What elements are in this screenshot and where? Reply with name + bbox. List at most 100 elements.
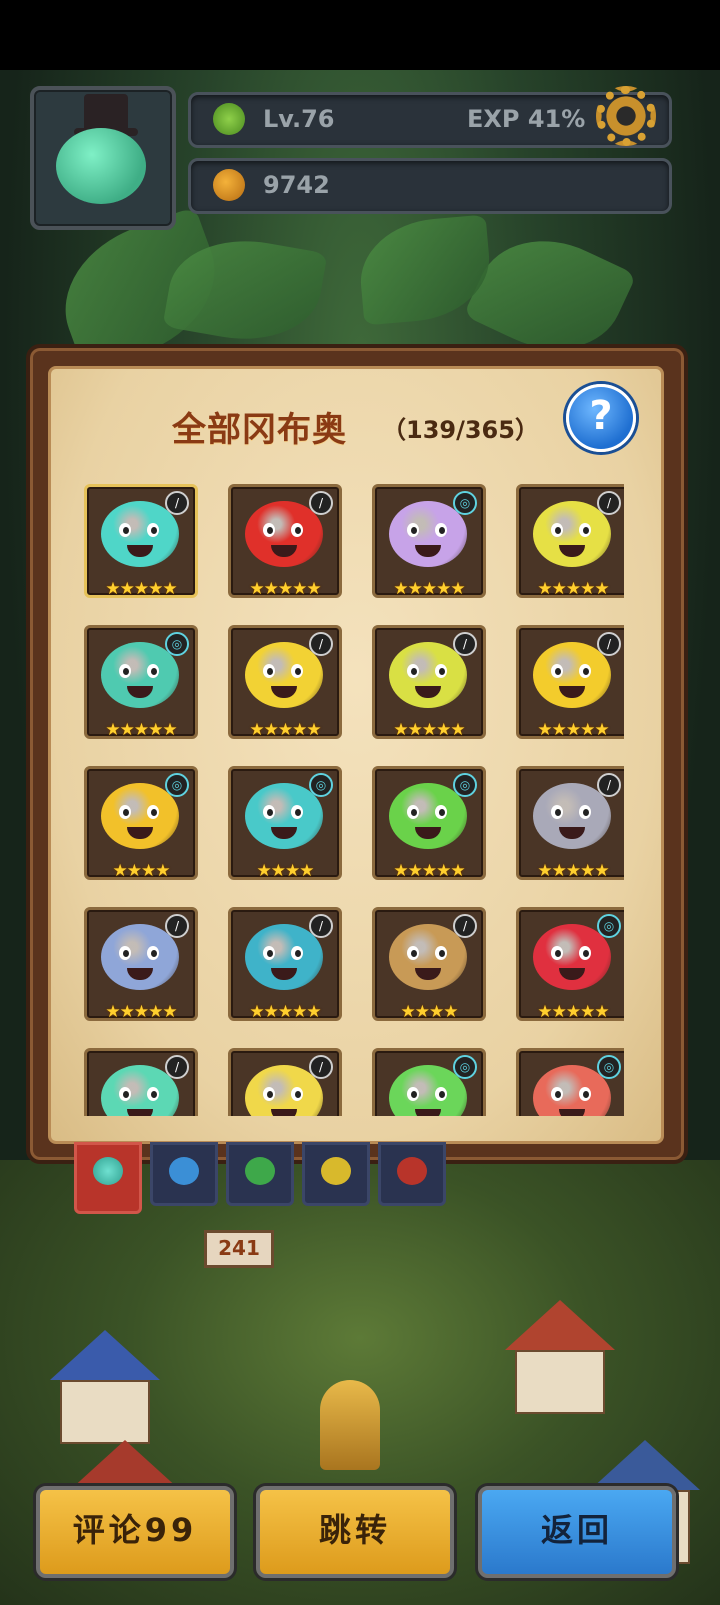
creature-eye: [119, 946, 131, 960]
star-rating: ★★★★★: [537, 579, 609, 599]
sword-class-icon: /: [597, 491, 621, 515]
currency-bar: 9742: [188, 158, 672, 214]
creature-card[interactable]: ◎ ★★★★★: [372, 484, 486, 599]
star-rating: ★★★★★: [249, 1002, 321, 1022]
creature-card[interactable]: / ★★★★★: [372, 625, 486, 740]
creature-eye: [119, 664, 131, 678]
creature-mouth: [559, 545, 585, 557]
creature-eye: [147, 664, 159, 678]
creature-card[interactable]: ◎ ★★★★★: [84, 625, 198, 740]
star-rating: ★★★★★: [105, 579, 177, 599]
star-rating: ★★★★★: [393, 720, 465, 740]
star-rating: ★★★★★: [537, 720, 609, 740]
tab-all[interactable]: [74, 1142, 142, 1214]
creature-eye: [407, 664, 419, 678]
tab-red[interactable]: [378, 1142, 446, 1206]
creature-eye: [147, 523, 159, 537]
creature-mouth: [415, 968, 441, 980]
creature-card[interactable]: / ★★★★★: [228, 907, 342, 1022]
creature-eye: [435, 523, 447, 537]
comment-button[interactable]: 评论99: [36, 1486, 234, 1578]
jump-button[interactable]: 跳转: [256, 1486, 454, 1578]
creature-eye: [291, 664, 303, 678]
tab-creature-icon: [245, 1157, 275, 1185]
avatar-creature: [56, 128, 146, 204]
sword-class-icon: /: [309, 491, 333, 515]
creature-mouth: [271, 827, 297, 839]
creature-card[interactable]: /: [228, 1048, 342, 1116]
player-avatar[interactable]: [30, 86, 176, 230]
tab-blue[interactable]: [150, 1142, 218, 1206]
creature-card[interactable]: / ★★★★★: [84, 484, 198, 599]
sword-class-icon: /: [165, 914, 189, 938]
creature-card[interactable]: ◎: [516, 1048, 624, 1116]
star-rating: ★★★★★: [537, 1002, 609, 1022]
creature-card[interactable]: ◎ ★★★★★: [372, 766, 486, 881]
star-rating: ★★★★★: [105, 1002, 177, 1022]
spiral-class-icon: ◎: [453, 1055, 477, 1079]
settings-gear-icon[interactable]: [596, 86, 656, 146]
spiral-class-icon: ◎: [165, 632, 189, 656]
statue: [320, 1380, 380, 1470]
creature-mouth: [415, 1109, 441, 1116]
spiral-class-icon: ◎: [453, 773, 477, 797]
tab-green[interactable]: [226, 1142, 294, 1206]
creature-eye: [291, 1087, 303, 1101]
creature-eye: [291, 523, 303, 537]
creature-eye: [579, 664, 591, 678]
tab-yellow[interactable]: [302, 1142, 370, 1206]
spiral-class-icon: ◎: [597, 1055, 621, 1079]
creature-eye: [435, 664, 447, 678]
creature-eye: [119, 805, 131, 819]
creature-eye: [435, 1087, 447, 1101]
sword-class-icon: /: [309, 914, 333, 938]
sword-class-icon: /: [453, 632, 477, 656]
creature-card[interactable]: / ★★★★★: [84, 907, 198, 1022]
creature-eye: [435, 946, 447, 960]
creature-eye: [579, 1087, 591, 1101]
creature-card[interactable]: / ★★★★★: [228, 484, 342, 599]
star-rating: ★★★★★: [249, 579, 321, 599]
creature-mouth: [127, 545, 153, 557]
tab-creature-icon: [93, 1157, 123, 1185]
star-rating: ★★★★: [400, 1002, 459, 1022]
star-rating: ★★★★★: [537, 861, 609, 881]
creature-mouth: [559, 1109, 585, 1116]
star-rating: ★★★★: [256, 861, 315, 881]
creature-mouth: [271, 1109, 297, 1116]
creature-eye: [291, 946, 303, 960]
creature-mouth: [127, 968, 153, 980]
creature-card[interactable]: ◎: [372, 1048, 486, 1116]
creature-card[interactable]: / ★★★★★: [516, 766, 624, 881]
creature-card[interactable]: / ★★★★: [372, 907, 486, 1022]
creature-mouth: [127, 686, 153, 698]
back-button[interactable]: 返回: [478, 1486, 676, 1578]
creature-card[interactable]: /: [84, 1048, 198, 1116]
help-button[interactable]: ?: [566, 384, 636, 452]
creature-eye: [551, 946, 563, 960]
creature-eye: [551, 1087, 563, 1101]
creature-eye: [147, 1087, 159, 1101]
creature-card[interactable]: / ★★★★★: [516, 625, 624, 740]
spiral-class-icon: ◎: [597, 914, 621, 938]
spiral-class-icon: ◎: [165, 773, 189, 797]
creature-eye: [147, 946, 159, 960]
tab-creature-icon: [397, 1157, 427, 1185]
creature-card[interactable]: ◎ ★★★★★: [516, 907, 624, 1022]
star-rating: ★★★★★: [393, 861, 465, 881]
creature-mouth: [271, 968, 297, 980]
sword-class-icon: /: [597, 773, 621, 797]
creature-card[interactable]: / ★★★★★: [228, 625, 342, 740]
star-rating: ★★★★★: [393, 579, 465, 599]
creature-card[interactable]: ◎ ★★★★: [228, 766, 342, 881]
creature-eye: [263, 523, 275, 537]
creature-eye: [551, 805, 563, 819]
creature-mouth: [271, 545, 297, 557]
sword-class-icon: /: [165, 491, 189, 515]
creature-mouth: [559, 686, 585, 698]
star-rating: ★★★★★: [105, 720, 177, 740]
creature-card[interactable]: / ★★★★★: [516, 484, 624, 599]
creature-card[interactable]: ◎ ★★★★: [84, 766, 198, 881]
creature-eye: [579, 805, 591, 819]
creature-mouth: [415, 686, 441, 698]
